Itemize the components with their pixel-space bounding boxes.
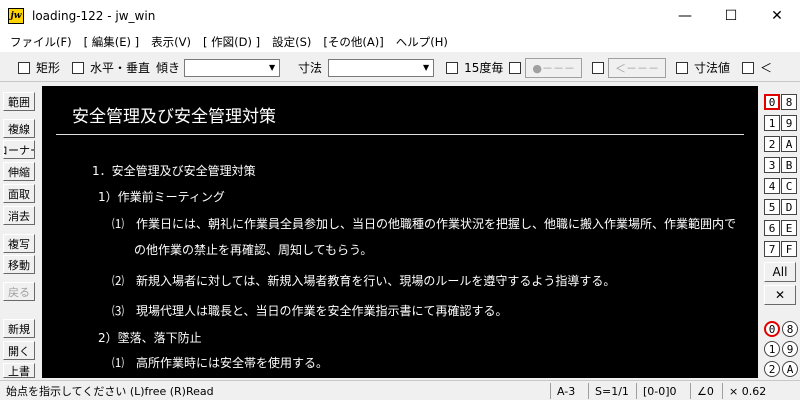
horiz-vert-label: 水平・垂直 bbox=[90, 61, 151, 75]
layer-button[interactable]: B bbox=[781, 157, 797, 173]
layer-group-button[interactable]: 1 bbox=[764, 341, 780, 357]
all-layers-button[interactable]: All bbox=[764, 262, 796, 282]
document-title: 安全管理及び安全管理対策 bbox=[72, 107, 276, 127]
layer-button[interactable]: 2 bbox=[764, 136, 780, 152]
tool-stretch[interactable]: 伸縮 bbox=[3, 162, 35, 181]
paper-size[interactable]: A-3 bbox=[550, 383, 586, 399]
body-line: ⑵ 新規入場者に対しては、新規入場者教育を行い、現場のルールを遵守するよう指導す… bbox=[112, 274, 616, 288]
layer-button[interactable]: 1 bbox=[764, 115, 780, 131]
layer-button[interactable]: E bbox=[781, 220, 797, 236]
cross-icon[interactable]: ✕ bbox=[764, 285, 796, 305]
layer-group-button[interactable]: 8 bbox=[782, 321, 798, 337]
window-controls: — ☐ ✕ bbox=[662, 0, 800, 32]
body-line: ⑴ 作業日には、朝礼に作業員全員参加し、当日の他職種の作業状況を把握し、他職に搬… bbox=[112, 217, 737, 231]
layer-button[interactable]: A bbox=[781, 136, 797, 152]
lt-label: ＜ bbox=[759, 61, 772, 75]
dim-value-checkbox[interactable] bbox=[675, 61, 688, 74]
menu-file[interactable]: ファイル(F) bbox=[4, 34, 78, 50]
app-icon: jw bbox=[8, 8, 24, 24]
layer-group-button[interactable]: 9 bbox=[782, 341, 798, 357]
layer-group-button[interactable]: A bbox=[782, 361, 798, 377]
tool-chamfer[interactable]: 面取 bbox=[3, 184, 35, 203]
layer-button[interactable]: 3 bbox=[764, 157, 780, 173]
dot-line-button[interactable]: ●－－－ bbox=[525, 57, 582, 78]
tilt-label: 傾き bbox=[156, 61, 181, 75]
arrow-line-button[interactable]: ＜－－－ bbox=[607, 57, 666, 78]
dot-checkbox[interactable] bbox=[509, 61, 522, 74]
subsection-heading: 2）墜落、落下防止 bbox=[98, 331, 202, 345]
dimension-label: 寸法 bbox=[298, 61, 323, 75]
scale-indicator[interactable]: S=1/1 bbox=[588, 383, 634, 399]
drawing-canvas[interactable]: 安全管理及び安全管理対策 1．安全管理及び安全管理対策 1）作業前ミーティング … bbox=[42, 86, 758, 378]
tool-options-bar: 矩形 水平・垂直 傾き ▼ 寸法 ▼ 15度毎 ●－－－ ＜－－－ 寸法値 ＜ bbox=[0, 54, 800, 82]
layer-button[interactable]: C bbox=[781, 178, 797, 194]
layer-button[interactable]: F bbox=[781, 241, 797, 257]
close-button[interactable]: ✕ bbox=[754, 0, 800, 32]
layer-panel: 0 8 1 9 2 A 3 B 4 C 5 D 6 E 7 F All ✕ 0 … bbox=[760, 84, 800, 378]
tool-erase[interactable]: 消去 bbox=[3, 206, 35, 225]
dot-line-label: ●－－－ bbox=[532, 61, 575, 75]
body-line: の他作業の禁止を再確認、周知してもらう。 bbox=[134, 243, 373, 257]
tool-move[interactable]: 移動 bbox=[3, 255, 35, 274]
tool-open[interactable]: 開く bbox=[3, 341, 35, 360]
dimension-combobox[interactable]: ▼ bbox=[328, 58, 435, 77]
every15-label: 15度毎 bbox=[464, 61, 504, 75]
layer-indicator[interactable]: [0-0]0 bbox=[636, 383, 688, 399]
layer-button[interactable]: D bbox=[781, 199, 797, 215]
menu-other[interactable]: [その他(A)] bbox=[317, 34, 389, 50]
menu-edit[interactable]: [ 編集(E) ] bbox=[78, 34, 146, 50]
tool-parallel[interactable]: 複線 bbox=[3, 119, 35, 138]
layer-button[interactable]: 0 bbox=[764, 94, 780, 110]
body-line: ⑴ 高所作業時には安全帯を使用する。 bbox=[112, 356, 329, 370]
menu-bar: ファイル(F) [ 編集(E) ] 表示(V) [ 作図(D) ] 設定(S) … bbox=[0, 32, 800, 52]
maximize-button[interactable]: ☐ bbox=[708, 0, 754, 32]
title-bar: jw loading-122 - jw_win — ☐ ✕ bbox=[0, 0, 800, 32]
arrow-line-label: ＜－－－ bbox=[614, 61, 659, 75]
layer-button[interactable]: 7 bbox=[764, 241, 780, 257]
minimize-button[interactable]: — bbox=[662, 0, 708, 32]
layer-button[interactable]: 8 bbox=[781, 94, 797, 110]
tool-range[interactable]: 範囲 bbox=[3, 92, 35, 111]
every15-checkbox[interactable] bbox=[446, 61, 459, 74]
title-underline bbox=[56, 134, 744, 135]
tilt-combobox[interactable]: ▼ bbox=[184, 58, 281, 77]
tool-save[interactable]: 上書 bbox=[3, 363, 35, 378]
factor-indicator[interactable]: × 0.62 bbox=[722, 383, 800, 399]
tool-copy[interactable]: 複写 bbox=[3, 234, 35, 253]
subsection-heading: 1）作業前ミーティング bbox=[98, 190, 225, 204]
rect-checkbox[interactable] bbox=[18, 61, 30, 74]
rect-label: 矩形 bbox=[36, 61, 61, 75]
menu-draw[interactable]: [ 作図(D) ] bbox=[197, 34, 266, 50]
layer-group-button[interactable]: 0 bbox=[764, 321, 780, 337]
layer-group-button[interactable]: 2 bbox=[764, 361, 780, 377]
menu-settings[interactable]: 設定(S) bbox=[266, 34, 317, 50]
menu-view[interactable]: 表示(V) bbox=[145, 34, 197, 50]
tool-undo[interactable]: 戻る bbox=[3, 282, 35, 301]
angle-indicator[interactable]: ∠0 bbox=[690, 383, 720, 399]
arrow-checkbox[interactable] bbox=[591, 61, 604, 74]
dim-value-label: 寸法値 bbox=[693, 61, 730, 75]
status-message: 始点を指示してください (L)free (R)Read bbox=[6, 384, 214, 398]
layer-button[interactable]: 5 bbox=[764, 199, 780, 215]
status-bar: 始点を指示してください (L)free (R)Read A-3 S=1/1 [0… bbox=[0, 380, 800, 400]
body-line: ⑶ 現場代理人は職長と、当日の作業を安全作業指示書にて再確認する。 bbox=[112, 304, 508, 318]
tool-new[interactable]: 新規 bbox=[3, 319, 35, 338]
left-tool-column: 範囲 複線 コーナー 伸縮 面取 消去 複写 移動 戻る 新規 開く 上書 bbox=[0, 84, 38, 378]
section-heading: 1．安全管理及び安全管理対策 bbox=[92, 164, 256, 178]
layer-button[interactable]: 6 bbox=[764, 220, 780, 236]
menu-help[interactable]: ヘルプ(H) bbox=[390, 34, 454, 50]
tool-corner[interactable]: コーナー bbox=[3, 140, 35, 159]
chevron-down-icon[interactable]: ▼ bbox=[265, 60, 279, 76]
lt-checkbox[interactable] bbox=[741, 61, 754, 74]
window-title: loading-122 - jw_win bbox=[32, 9, 156, 23]
layer-button[interactable]: 4 bbox=[764, 178, 780, 194]
horiz-vert-checkbox[interactable] bbox=[72, 61, 85, 74]
layer-button[interactable]: 9 bbox=[781, 115, 797, 131]
chevron-down-icon[interactable]: ▼ bbox=[419, 60, 433, 76]
